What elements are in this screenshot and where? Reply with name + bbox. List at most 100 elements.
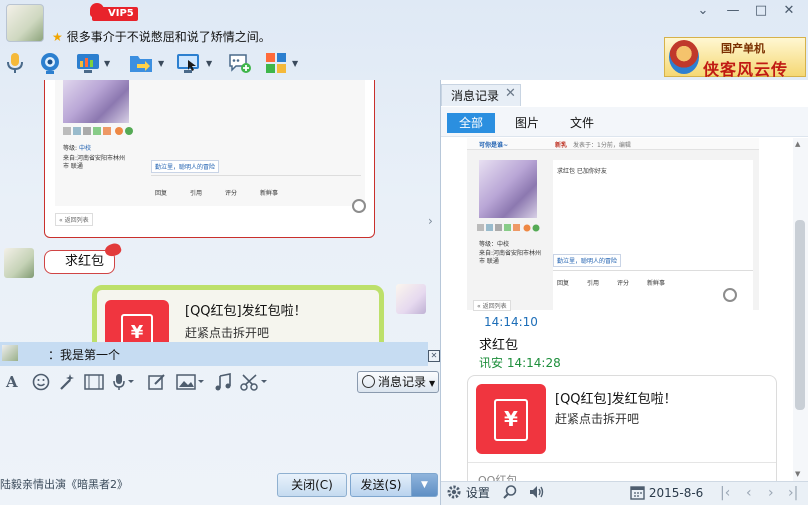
filter-images[interactable]: 图片 bbox=[503, 113, 551, 133]
font-icon[interactable]: A bbox=[6, 371, 18, 393]
image-icon[interactable] bbox=[176, 371, 206, 393]
chat-toolbar: ▼ ▼ ▼ ▼ bbox=[0, 46, 660, 78]
next-page-icon[interactable]: › bbox=[768, 484, 774, 502]
forum-mini-user: 新乳 bbox=[555, 142, 568, 149]
close-icon[interactable]: ✕ bbox=[778, 2, 800, 20]
prev-page-icon[interactable]: ‹ bbox=[746, 484, 752, 502]
forum-action-quote: 引用 bbox=[190, 190, 203, 197]
first-page-icon[interactable]: |‹ bbox=[720, 484, 730, 502]
level-label: 等级: bbox=[63, 145, 78, 152]
scrollbar-thumb[interactable] bbox=[795, 220, 805, 410]
pin-icon[interactable]: ⌄ bbox=[692, 2, 714, 20]
red-packet-divider bbox=[468, 462, 776, 463]
history-sender-time: 14:14:28 bbox=[506, 356, 561, 370]
vip-badge[interactable]: VIP5 bbox=[92, 7, 138, 21]
forum-screenshot: 等级: 中校 来自:河南省安阳市林州 市 联通 勤泣里，聪明人的冒险 回复 引用… bbox=[55, 80, 365, 206]
history-footer bbox=[441, 481, 808, 505]
forum-level: 等级: 中校 bbox=[63, 143, 91, 152]
message-history-button[interactable]: 消息记录 ▼ bbox=[357, 371, 439, 393]
volume-icon[interactable] bbox=[528, 484, 546, 502]
forum-origin2: 市 联通 bbox=[63, 163, 83, 170]
maximize-icon[interactable]: □ bbox=[750, 2, 772, 20]
forum-back-list: « 返回列表 bbox=[55, 213, 93, 226]
music-icon[interactable] bbox=[214, 371, 232, 393]
red-packet-title: [QQ红包]发红包啦！ bbox=[185, 304, 307, 319]
settings-button[interactable]: 设置 bbox=[446, 484, 490, 502]
chevron-down-icon[interactable]: ▼ bbox=[206, 59, 212, 68]
forum-level: 等级：中校 bbox=[479, 241, 510, 248]
forum-user-icons bbox=[477, 222, 547, 236]
contact-avatar[interactable] bbox=[6, 4, 44, 42]
doodle-icon[interactable] bbox=[148, 371, 166, 393]
red-packet-title: [QQ红包]发红包啦！ bbox=[555, 392, 677, 407]
chevron-down-icon[interactable]: ▼ bbox=[158, 59, 164, 68]
video-call-icon[interactable] bbox=[38, 50, 62, 76]
last-page-icon[interactable]: ›| bbox=[788, 484, 798, 502]
gif-icon[interactable] bbox=[84, 371, 104, 393]
history-message-list[interactable]: 可你是谁~ 新乳 发表于：1分前，编辑 等级：中校 来自:河南省安阳市林州 市 … bbox=[441, 138, 793, 481]
tab-close-icon[interactable]: ✕ bbox=[505, 86, 516, 101]
search-icon[interactable] bbox=[502, 484, 518, 502]
sender-avatar[interactable] bbox=[4, 248, 34, 278]
red-packet-icon: ¥ bbox=[105, 300, 169, 342]
file-transfer-icon[interactable]: ▼ bbox=[128, 50, 164, 76]
ad-line2: 侠客风云传 bbox=[703, 60, 789, 79]
app-grid-icon[interactable]: ▼ bbox=[264, 50, 298, 76]
chevron-down-icon[interactable]: ▼ bbox=[292, 59, 298, 68]
date-label: 2015-8-6 bbox=[648, 486, 704, 500]
forum-action-news: 新鲜事 bbox=[647, 280, 666, 287]
gear-icon bbox=[447, 485, 461, 499]
level-value: 中校 bbox=[78, 145, 91, 152]
create-discussion-icon[interactable] bbox=[228, 50, 252, 76]
self-avatar[interactable] bbox=[396, 284, 426, 314]
new-message-notice[interactable]: ：我是第一个 bbox=[0, 342, 428, 366]
bottom-ad-text[interactable]: 陆毅亲情出演《暗黑者2》 bbox=[0, 476, 128, 492]
scroll-up-icon[interactable]: ▲ bbox=[795, 140, 800, 148]
history-sender-name: 讯安 bbox=[479, 356, 504, 370]
forum-avatar-photo bbox=[63, 80, 129, 123]
magic-icon[interactable] bbox=[58, 371, 76, 393]
send-options-chevron-icon[interactable]: ▼ bbox=[412, 473, 438, 497]
screenshot-icon[interactable] bbox=[240, 371, 270, 393]
settings-label: 设置 bbox=[465, 486, 490, 500]
voice-icon[interactable] bbox=[112, 371, 136, 393]
zoom-icon[interactable] bbox=[352, 199, 366, 213]
remote-desktop-icon[interactable]: ▼ bbox=[176, 50, 212, 76]
filter-files[interactable]: 文件 bbox=[558, 113, 606, 133]
forum-origin2: 市 联通 bbox=[479, 258, 499, 265]
scroll-down-icon[interactable]: ▼ bbox=[795, 470, 800, 478]
close-button[interactable]: 关闭(C) bbox=[277, 473, 347, 497]
send-button[interactable]: 发送(S) bbox=[350, 473, 412, 497]
chevron-down-icon: ▼ bbox=[429, 379, 436, 388]
image-message[interactable]: 等级: 中校 来自:河南省安阳市林州 市 联通 勤泣里，聪明人的冒险 回复 引用… bbox=[44, 80, 375, 238]
contact-signature: ★ 很多事介于不说憋屈和说了矫情之间。 bbox=[52, 28, 271, 45]
screen-share-icon[interactable]: ▼ bbox=[76, 50, 110, 76]
filter-all[interactable]: 全部 bbox=[447, 113, 496, 133]
minimize-icon[interactable]: — bbox=[722, 2, 744, 20]
history-red-packet-card[interactable]: ¥ [QQ红包]发红包啦！ 赶紧点击拆开吧 QQ红包 bbox=[467, 375, 777, 481]
red-packet-icon: ¥ bbox=[476, 384, 546, 454]
game-ad-banner[interactable]: 国产单机 侠客风云传 bbox=[664, 37, 806, 79]
collapse-panel-icon[interactable]: › bbox=[428, 214, 440, 234]
forum-action-rate: 评分 bbox=[617, 280, 630, 287]
message-input[interactable] bbox=[0, 396, 440, 468]
forum-action-reply: 回复 bbox=[557, 280, 570, 287]
forum-link: 勤泣里，聪明人的冒险 bbox=[553, 254, 622, 267]
chat-message-area[interactable]: 等级: 中校 来自:河南省安阳市林州 市 联通 勤泣里，聪明人的冒险 回复 引用… bbox=[0, 80, 440, 342]
clock-icon bbox=[362, 375, 375, 388]
history-filter-bar bbox=[441, 107, 808, 137]
forum-avatar-photo bbox=[479, 160, 537, 218]
date-picker[interactable]: 2015-8-6 bbox=[630, 484, 703, 502]
forum-divider bbox=[553, 270, 753, 271]
forum-back-list: « 返回列表 bbox=[473, 300, 511, 311]
zoom-icon[interactable] bbox=[723, 288, 737, 302]
chevron-down-icon[interactable]: ▼ bbox=[104, 59, 110, 68]
forum-user-icons bbox=[63, 125, 143, 135]
forum-action-news: 新鲜事 bbox=[260, 190, 279, 197]
red-packet-card[interactable]: ¥ [QQ红包]发红包啦！ 赶紧点击拆开吧 bbox=[92, 285, 384, 342]
star-icon: ★ bbox=[52, 30, 63, 44]
emoji-icon[interactable] bbox=[32, 371, 50, 393]
microphone-icon[interactable] bbox=[6, 50, 24, 76]
history-image-message[interactable]: 可你是谁~ 新乳 发表于：1分前，编辑 等级：中校 来自:河南省安阳市林州 市 … bbox=[467, 138, 759, 311]
notice-close-icon[interactable]: ✕ bbox=[428, 350, 440, 362]
